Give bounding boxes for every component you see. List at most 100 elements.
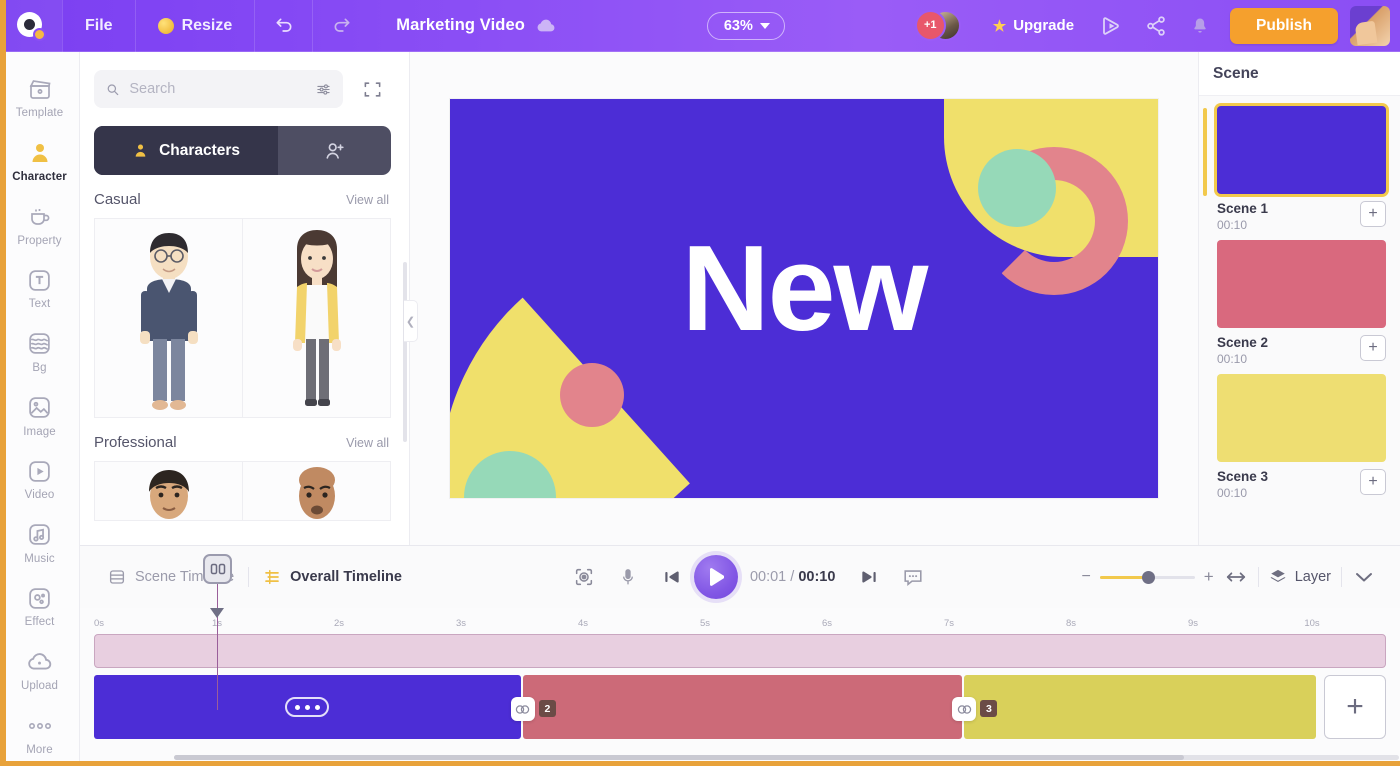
link-transition-icon[interactable] (952, 697, 977, 721)
section-title: Casual (94, 191, 141, 208)
character-card[interactable] (94, 461, 243, 521)
notifications-button[interactable] (1178, 0, 1222, 52)
add-person-icon (326, 142, 344, 159)
timeline-scene-band[interactable] (94, 634, 1386, 668)
clip-options-handle[interactable] (285, 697, 330, 717)
record-button[interactable] (562, 555, 606, 599)
project-title-area[interactable]: Marketing Video (370, 16, 577, 35)
scene-thumbnail[interactable] (1217, 106, 1386, 194)
tab-overall-timeline-label: Overall Timeline (290, 569, 402, 585)
timeline-horizontal-scrollbar[interactable] (174, 755, 1399, 760)
timeline-zoom-slider[interactable]: − + (1081, 567, 1213, 587)
scene-thumbnail[interactable] (1217, 240, 1386, 328)
app-logo[interactable] (0, 0, 62, 52)
sidebar-item-bg[interactable]: Bg (0, 321, 80, 385)
publish-button[interactable]: Publish (1230, 7, 1339, 44)
preview-button[interactable] (1090, 0, 1134, 52)
timeline-collapse-button[interactable] (1342, 555, 1386, 599)
overall-timeline-icon (265, 569, 279, 585)
expand-panel-button[interactable] (353, 70, 391, 108)
shape-pink-circle[interactable] (560, 363, 624, 427)
music-icon (26, 522, 54, 548)
sidebar-item-character[interactable]: Character (0, 130, 80, 194)
sliders-filter-icon[interactable] (316, 80, 331, 99)
add-clip-button[interactable]: + (1324, 675, 1386, 739)
view-all-link[interactable]: View all (346, 436, 389, 450)
upgrade-button[interactable]: ★ Upgrade (977, 17, 1090, 35)
sidebar-item-effect[interactable]: Effect (0, 575, 80, 639)
collaborators[interactable]: +1 (914, 9, 969, 42)
skip-next-button[interactable] (847, 555, 891, 599)
zoom-out-button[interactable]: − (1081, 568, 1090, 586)
play-button[interactable] (693, 555, 738, 599)
playhead-handle-icon[interactable] (203, 554, 232, 584)
add-scene-button[interactable]: + (1360, 469, 1386, 495)
canvas-stage[interactable]: New (410, 52, 1198, 545)
resize-button[interactable]: Resize (134, 0, 255, 52)
search-box[interactable] (94, 70, 343, 108)
playhead[interactable] (203, 554, 232, 710)
character-thumbnail (298, 467, 335, 519)
character-card[interactable] (243, 218, 391, 418)
shape-mint-circle[interactable] (978, 149, 1056, 227)
scene-list-item[interactable]: Scene 2 00:10 + (1199, 240, 1400, 366)
scene-meta: Scene 3 00:10 + (1217, 469, 1386, 500)
timeline-clip[interactable] (94, 675, 521, 739)
sidebar-item-template[interactable]: Template (0, 66, 80, 130)
sidebar-item-music[interactable]: Music (0, 511, 80, 575)
scene-list-item[interactable]: Scene 1 00:10 + (1199, 106, 1400, 232)
sidebar-item-video[interactable]: Video (0, 448, 80, 512)
tab-overall-timeline[interactable]: Overall Timeline (249, 568, 416, 586)
text-icon (26, 267, 54, 293)
character-card[interactable] (94, 218, 243, 418)
sidebar-item-label: Bg (32, 361, 47, 374)
timeline-clip[interactable]: 2 (510, 675, 963, 739)
scene-meta: Scene 1 00:10 + (1217, 201, 1386, 232)
redo-button[interactable] (312, 0, 370, 52)
file-menu-button[interactable]: File (62, 0, 135, 52)
scene-timeline-icon (109, 570, 125, 584)
app-root: File Resize Marketing Video 63% +1 ★ Upg… (0, 0, 1400, 766)
search-input[interactable] (129, 81, 307, 97)
sidebar-item-image[interactable]: Image (0, 384, 80, 448)
video-canvas[interactable]: New (450, 99, 1158, 498)
add-scene-button[interactable]: + (1360, 335, 1386, 361)
layer-button[interactable]: Layer (1259, 568, 1341, 586)
sidebar-item-more[interactable]: More (0, 702, 80, 766)
view-all-link[interactable]: View all (346, 193, 389, 207)
microphone-button[interactable] (606, 555, 650, 599)
timeline-ruler[interactable]: 0s 1s 2s 3s 4s 5s 6s 7s 8s 9s 10s (94, 554, 1386, 710)
transition-link-glyph (516, 704, 530, 714)
scene-list-item[interactable]: Scene 3 00:10 + (1199, 374, 1400, 500)
tab-characters[interactable]: Characters (94, 126, 279, 175)
zoom-slider-knob[interactable] (1141, 570, 1155, 584)
tab-add-character[interactable] (278, 126, 391, 175)
sidebar-item-label: Music (24, 552, 55, 565)
scene-thumbnail[interactable] (1217, 374, 1386, 462)
canvas-headline-text[interactable]: New (450, 227, 1158, 349)
sidebar-item-label: Character (12, 170, 67, 183)
sidebar-item-label: Effect (24, 616, 55, 629)
zoom-level-dropdown[interactable]: 63% (706, 11, 785, 40)
skip-previous-button[interactable] (650, 555, 694, 599)
upload-cloud-icon (26, 649, 54, 675)
undo-button[interactable] (254, 0, 312, 52)
profile-avatar[interactable] (1350, 5, 1391, 46)
caption-button[interactable] (891, 555, 935, 599)
sidebar-item-text[interactable]: Text (0, 257, 80, 321)
link-transition-icon[interactable] (510, 697, 535, 721)
character-card[interactable] (243, 461, 391, 521)
share-button[interactable] (1134, 0, 1178, 52)
collapse-panel-button[interactable]: ❮ (404, 300, 418, 342)
add-scene-button[interactable]: + (1360, 201, 1386, 227)
zoom-slider-track[interactable] (1099, 570, 1195, 584)
sidebar-item-upload[interactable]: Upload (0, 639, 80, 703)
fit-width-button[interactable] (1214, 555, 1258, 599)
zoom-in-button[interactable]: + (1204, 567, 1214, 587)
play-icon (709, 568, 724, 586)
left-rail: Template Character Property Text Bg Imag… (0, 52, 80, 766)
current-time: 00:01 (749, 569, 787, 585)
timeline-clip[interactable]: 3 (952, 675, 1316, 739)
sidebar-item-property[interactable]: Property (0, 193, 80, 257)
library-scrollbar[interactable] (403, 262, 407, 442)
